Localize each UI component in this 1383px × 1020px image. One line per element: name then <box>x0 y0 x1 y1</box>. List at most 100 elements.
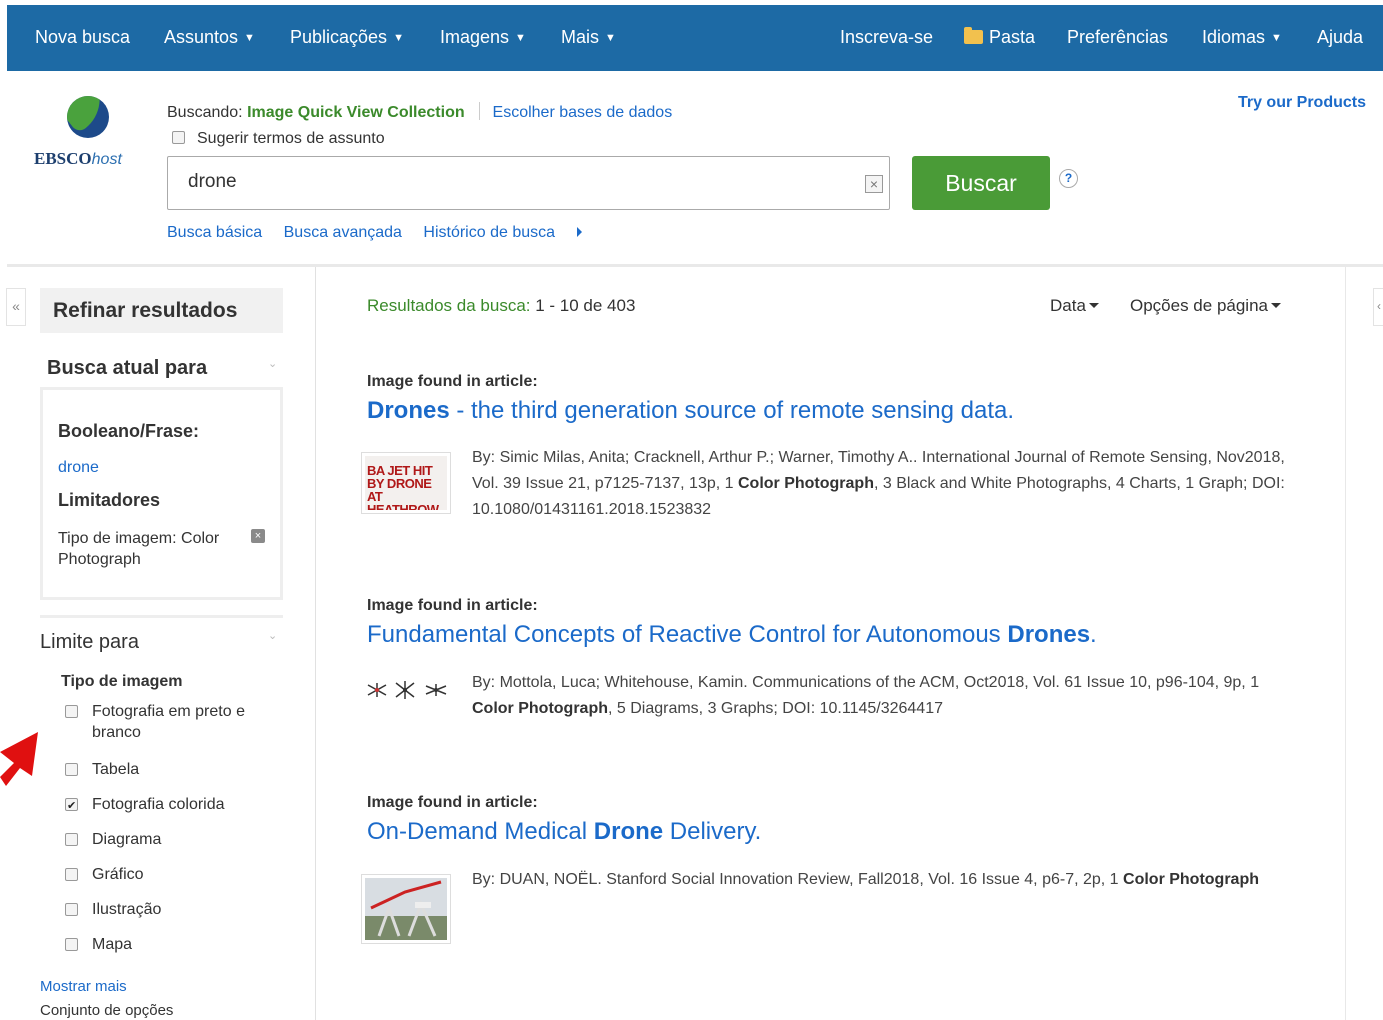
basic-search-link[interactable]: Busca básica <box>167 224 262 241</box>
image-type-checkbox-checked[interactable] <box>65 796 78 817</box>
current-search-heading[interactable]: Busca atual para <box>47 357 207 380</box>
desc-text: , 5 Diagrams, 3 Graphs; DOI: 10.1145/326… <box>607 700 943 717</box>
result-item: Image found in article: Fundamental Conc… <box>361 597 1307 717</box>
caret-down-icon: ▼ <box>1271 32 1282 44</box>
result-thumbnail[interactable]: BA JET HIT BY DRONE AT HEATHROW <box>361 452 451 514</box>
search-input[interactable] <box>188 171 828 193</box>
title-bold: Drones <box>1007 621 1091 648</box>
search-history-link[interactable]: Histórico de busca <box>423 224 599 241</box>
chevron-down-icon[interactable]: ⌄ <box>268 629 277 642</box>
results-count: Resultados da busca: 1 - 10 de 403 <box>367 296 635 316</box>
image-type-checkbox[interactable] <box>65 833 78 846</box>
triangle-right-icon <box>577 227 583 237</box>
search-history-label: Histórico de busca <box>423 224 556 241</box>
desc-bold: Color Photograph <box>472 700 608 717</box>
desc-text: By: DUAN, NOËL. Stanford Social Innovati… <box>472 871 1124 888</box>
page-options-dropdown[interactable]: Opções de página <box>1130 296 1281 316</box>
result-title-link[interactable]: On-Demand Medical Drone Delivery. <box>367 818 761 846</box>
search-mode-links: Busca básica Busca avançada Histórico de… <box>167 224 616 242</box>
drone-photo-thumbnail-icon <box>365 878 447 940</box>
choose-databases-link[interactable]: Escolher bases de dados <box>493 104 673 121</box>
suggest-terms-label: Sugerir termos de assunto <box>197 130 385 147</box>
searching-line: Buscando: Image Quick View Collection Es… <box>167 102 672 122</box>
image-found-label: Image found in article: <box>367 794 538 811</box>
image-type-label: Mapa <box>92 936 133 953</box>
nav-nova-busca[interactable]: Nova busca <box>35 27 130 48</box>
nav-ajuda[interactable]: Ajuda <box>1317 27 1363 48</box>
help-icon[interactable]: ? <box>1059 169 1078 188</box>
image-type-checkbox[interactable] <box>65 938 78 951</box>
divider <box>479 102 481 120</box>
image-type-checkbox[interactable] <box>65 763 78 776</box>
image-type-heading: Tipo de imagem <box>61 673 183 690</box>
image-type-checkbox[interactable] <box>65 868 78 881</box>
title-text: . <box>1090 621 1097 648</box>
title-text: Fundamental Concepts of Reactive Control… <box>367 621 1008 648</box>
current-search-box: Booleano/Frase: drone Limitadores Tipo d… <box>40 387 283 600</box>
suggest-terms[interactable]: Sugerir termos de assunto <box>172 130 385 148</box>
search-button[interactable]: Buscar <box>912 156 1050 210</box>
ebscohost-logo[interactable]: EBSCOhost <box>34 96 144 176</box>
sort-label: Data <box>1050 296 1086 315</box>
nav-pasta-label: Pasta <box>989 27 1036 47</box>
nav-preferencias[interactable]: Preferências <box>1067 27 1168 48</box>
nav-assuntos[interactable]: Assuntos ▼ <box>164 27 255 48</box>
nav-inscreva-se[interactable]: Inscreva-se <box>840 27 933 48</box>
right-rail-divider <box>1345 267 1346 1020</box>
boolean-phrase-label: Booleano/Frase: <box>58 421 200 441</box>
desc-text: By: Mottola, Luca; Whitehouse, Kamin. Co… <box>472 674 1260 691</box>
caret-down-icon: ▼ <box>244 32 255 44</box>
page-options-label: Opções de página <box>1130 296 1268 315</box>
collapse-sidebar-icon[interactable]: « <box>6 288 26 326</box>
title-rest: - the third generation source of remote … <box>449 397 1015 424</box>
result-thumbnail[interactable] <box>361 676 451 706</box>
current-query-link[interactable]: drone <box>58 459 99 477</box>
advanced-search-link[interactable]: Busca avançada <box>284 224 402 241</box>
suggest-terms-checkbox[interactable] <box>172 131 185 144</box>
result-description: By: Simic Milas, Anita; Cracknell, Arthu… <box>472 445 1302 523</box>
result-thumbnail[interactable] <box>361 874 451 944</box>
result-title-link[interactable]: Drones - the third generation source of … <box>367 397 1014 425</box>
nav-mais-label: Mais <box>561 27 600 47</box>
desc-bold: Color Photograph <box>1123 871 1259 888</box>
nav-imagens[interactable]: Imagens ▼ <box>440 27 526 48</box>
results-count-label: Resultados da busca: <box>367 296 531 315</box>
sort-dropdown[interactable]: Data <box>1050 296 1099 316</box>
caret-down-icon: ▼ <box>605 32 616 44</box>
caret-down-icon <box>1271 303 1281 308</box>
caret-down-icon: ▼ <box>393 32 404 44</box>
image-type-label: Tabela <box>92 761 140 778</box>
chevron-down-icon[interactable]: ⌄ <box>268 357 277 370</box>
desc-bold: Color Photograph <box>737 475 874 492</box>
image-type-checkbox[interactable] <box>65 903 78 916</box>
divider <box>40 615 283 618</box>
clear-search-icon[interactable]: × <box>865 175 883 193</box>
nav-publicacoes[interactable]: Publicações ▼ <box>290 27 404 48</box>
nav-idiomas[interactable]: Idiomas ▼ <box>1202 27 1282 48</box>
remove-limiter-icon[interactable]: × <box>251 529 265 543</box>
result-title-link[interactable]: Fundamental Concepts of Reactive Control… <box>367 621 1097 649</box>
nav-assuntos-label: Assuntos <box>164 27 239 47</box>
image-type-checkbox[interactable] <box>65 705 78 718</box>
title-text: Delivery. <box>663 818 762 845</box>
database-name: Image Quick View Collection <box>247 104 465 121</box>
image-type-label: Gráfico <box>92 866 144 883</box>
title-bold: Drone <box>593 818 664 845</box>
show-more-link[interactable]: Mostrar mais <box>40 978 127 995</box>
refine-results-title: Refinar resultados <box>40 288 283 333</box>
title-bold: Drones <box>367 397 450 424</box>
results-count-value: 1 - 10 de 403 <box>535 296 636 315</box>
caret-down-icon <box>1088 303 1099 308</box>
limiters-label: Limitadores <box>58 490 161 510</box>
logo-suffix: host <box>91 151 122 168</box>
nav-idiomas-label: Idiomas <box>1202 27 1266 47</box>
option-set-label[interactable]: Conjunto de opções <box>40 1002 173 1019</box>
top-navbar: Nova busca Assuntos ▼ Publicações ▼ Imagen… <box>7 5 1383 71</box>
result-item: Image found in article: On-Demand Medica… <box>361 794 1307 944</box>
nav-pasta[interactable]: Pasta <box>964 27 1035 48</box>
nav-mais[interactable]: Mais ▼ <box>561 27 616 48</box>
expand-right-panel-icon[interactable]: ‹ <box>1373 288 1383 326</box>
refine-sidebar: « Refinar resultados Busca atual para ⌄ … <box>0 267 316 1020</box>
limit-to-heading[interactable]: Limite para <box>40 631 139 654</box>
try-products-link[interactable]: Try our Products <box>1238 94 1366 112</box>
